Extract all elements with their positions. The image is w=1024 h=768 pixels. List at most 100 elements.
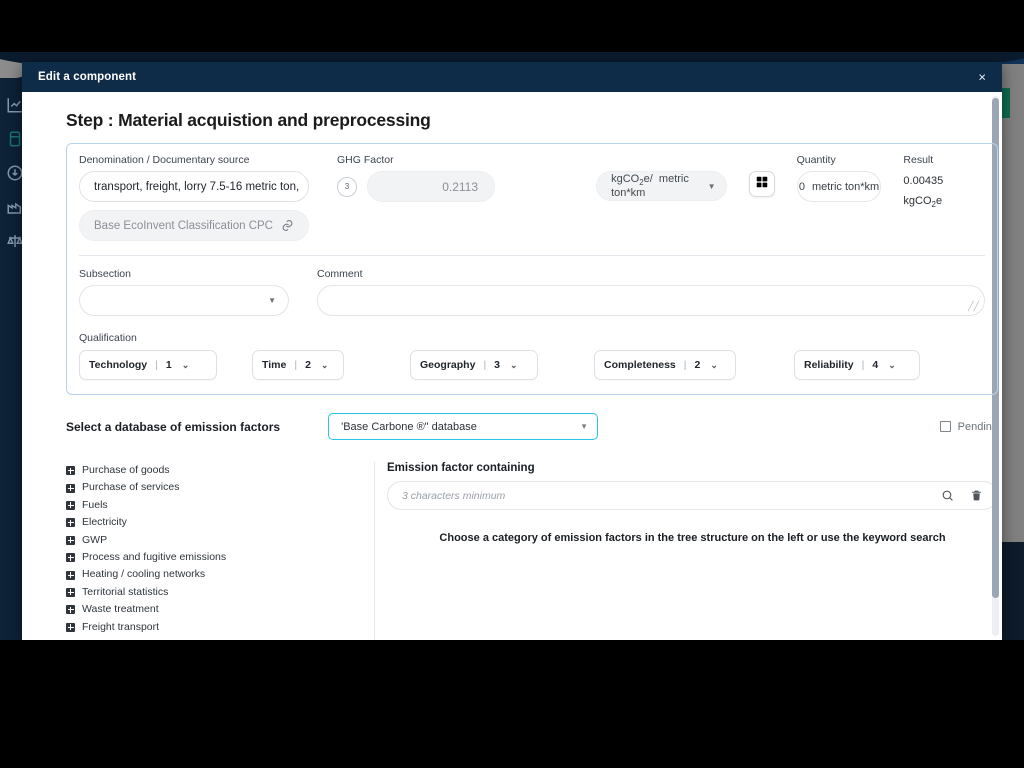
expand-icon[interactable] (66, 587, 75, 597)
panel-divider (374, 462, 375, 640)
qual-value: 2 (305, 359, 311, 371)
qualification-reliability[interactable]: Reliability | 4 ⌄ (794, 350, 920, 380)
modal-header: Edit a component × (22, 62, 1002, 92)
documentary-source-field[interactable]: Base EcoInvent Classification CPC (79, 210, 309, 241)
tree-item-label: Purchase of services (82, 481, 180, 494)
chevron-down-icon: ⌄ (181, 359, 190, 370)
expand-icon[interactable] (66, 483, 75, 493)
quantity-unit: metric ton*km (811, 180, 880, 193)
tree-item-label: Heating / cooling networks (82, 568, 206, 581)
search-pane: Emission factor containing 3 characters … (387, 462, 998, 640)
edit-component-modal: Edit a component × Step : Material acqui… (22, 62, 1002, 640)
chevron-down-icon: ⌄ (320, 359, 329, 370)
unit-text: kgCO2e/ metric ton*km (611, 172, 689, 200)
pending-checkbox[interactable] (939, 421, 951, 432)
tree-item-label: GWP (82, 533, 108, 546)
modal-title: Edit a component (38, 71, 137, 83)
grid-icon (755, 175, 769, 194)
tree-item[interactable]: Freight transport (66, 619, 366, 636)
qualification-technology[interactable]: Technology | 1 ⌄ (79, 350, 217, 380)
chevron-down-icon: ⌄ (510, 359, 518, 370)
card-top-row: Denomination / Documentary source transp… (79, 154, 985, 241)
unit-select-group: . kgCO2e/ metric ton*km ▼ (596, 154, 727, 201)
qual-name: Time (262, 359, 287, 371)
expand-icon[interactable] (66, 622, 75, 632)
close-icon[interactable]: × (974, 69, 990, 86)
tree-item[interactable]: Purchase of goods (66, 462, 366, 479)
qualification-time[interactable]: Time | 2 ⌄ (252, 350, 344, 380)
ghg-factor-value: 0.2113 (367, 171, 495, 202)
screen: Edit a component × Step : Material acqui… (0, 0, 1024, 768)
comment-label: Comment (317, 268, 363, 280)
comment-textarea[interactable]: ╱╱ (317, 285, 985, 316)
subsection-label: Subsection (79, 268, 131, 280)
tree-item[interactable]: Electricity (66, 514, 366, 531)
qualification-geography[interactable]: Geography | 3 ⌄ (410, 350, 538, 380)
tree-item-label: Purchase of goods (82, 464, 170, 476)
trash-icon[interactable] (970, 489, 983, 502)
denomination-label: Denomination / Documentary source (79, 154, 250, 166)
expand-icon[interactable] (66, 553, 75, 563)
result-unit: kgCO2e (903, 195, 943, 210)
search-icon[interactable] (941, 489, 954, 502)
tree-item[interactable]: Heating / cooling networks (66, 566, 366, 583)
expand-icon[interactable] (66, 605, 75, 615)
tree-item[interactable]: Territorial statistics (66, 584, 366, 601)
tree-item[interactable]: Purchase of services (66, 479, 366, 496)
subsection-select[interactable]: ▼ (79, 285, 289, 316)
qual-value: 3 (494, 359, 501, 371)
tree-item[interactable]: Process and fugitive emissions (66, 549, 366, 566)
unit-select[interactable]: kgCO2e/ metric ton*km ▼ (596, 171, 727, 201)
documentary-source-text: Base EcoInvent Classification CPC (94, 219, 273, 232)
qual-sep: | (861, 359, 865, 371)
qual-name: Technology (89, 359, 148, 371)
qual-sep: | (483, 359, 487, 371)
selector-split: Purchase of goods Purchase of services F… (66, 462, 998, 640)
tree-item-label: Waste treatment (82, 603, 159, 616)
search-field[interactable]: 3 characters minimum (387, 481, 998, 510)
link-icon[interactable] (281, 219, 294, 232)
quantity-input[interactable]: 0 metric ton*km (796, 171, 882, 202)
tree-item-label: Passenger transport (82, 636, 177, 640)
tree-item[interactable]: GWP (66, 532, 366, 549)
search-input[interactable]: 3 characters minimum (402, 490, 505, 502)
subsection-group: Subsection ▼ (79, 268, 289, 316)
qual-name: Reliability (804, 359, 854, 371)
result-value: 0.00435 (903, 175, 944, 187)
expand-icon[interactable] (66, 535, 75, 545)
chevron-down-icon: ▼ (580, 422, 589, 431)
qual-name: Completeness (604, 359, 676, 371)
tree-item[interactable]: Waste treatment (66, 601, 366, 618)
qual-sep: | (155, 359, 158, 371)
database-select[interactable]: 'Base Carbone ®" database ▼ (328, 413, 599, 440)
ghg-factor-row: 3 0.2113 (337, 171, 518, 202)
tree-item-label: Territorial statistics (82, 585, 169, 598)
tree-item-label: Freight transport (82, 620, 160, 633)
pending-checkbox-group[interactable]: Pending (939, 421, 998, 433)
calculator-grid-button[interactable] (748, 171, 775, 197)
qualification-completeness[interactable]: Completeness | 2 ⌄ (594, 350, 736, 380)
tree-item-label: Electricity (82, 516, 127, 529)
search-actions (941, 489, 983, 502)
database-row: Select a database of emission factors 'B… (66, 413, 998, 440)
ghg-factor-label: GHG Factor (337, 154, 394, 166)
chevron-down-icon: ⌄ (710, 359, 718, 370)
qual-sep: | (294, 359, 298, 371)
resize-handle-icon[interactable]: ╱╱ (968, 301, 979, 312)
tree-item[interactable]: Passenger transport (66, 636, 366, 640)
expand-icon[interactable] (66, 570, 75, 580)
denomination-input[interactable]: transport, freight, lorry 7.5-16 metric … (79, 171, 309, 202)
expand-icon[interactable] (66, 500, 75, 510)
tree-item[interactable]: Fuels (66, 497, 366, 514)
result-group: Result 0.00435 kgCO2e (903, 154, 985, 213)
qualification-row: Technology | 1 ⌄ Time | 2 ⌄ Geography | (79, 350, 985, 380)
ghg-factor-group: GHG Factor 3 0.2113 (337, 154, 518, 202)
search-label: Emission factor containing (387, 462, 535, 474)
qual-value: 1 (165, 359, 172, 371)
chevron-down-icon: ⌄ (888, 359, 896, 370)
expand-icon[interactable] (66, 518, 75, 528)
result-label: Result (903, 154, 934, 166)
expand-icon[interactable] (66, 466, 75, 476)
card-second-row: Subsection ▼ Comment ╱╱ (79, 268, 985, 316)
search-hint: Choose a category of emission factors in… (439, 532, 946, 544)
